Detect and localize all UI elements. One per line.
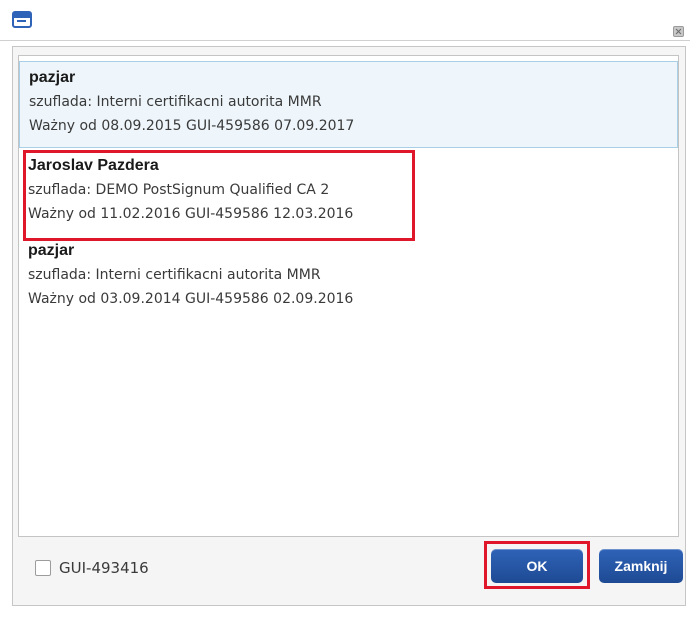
close-button[interactable]: Zamknij <box>599 549 683 583</box>
close-icon[interactable] <box>673 26 684 37</box>
annotation-highlight-box <box>23 150 415 241</box>
certificate-item[interactable]: pazjar szuflada: Interni certifikacni au… <box>19 239 678 324</box>
certificate-validity: Ważny od 03.09.2014 GUI-459586 02.09.201… <box>28 291 354 307</box>
certificate-store: szuflada: Interni certifikacni autorita … <box>29 94 322 110</box>
option-checkbox[interactable] <box>35 560 51 576</box>
window-icon-bar <box>14 13 30 18</box>
certificate-store: szuflada: Interni certifikacni autorita … <box>28 267 321 283</box>
certificate-name: pazjar <box>29 69 76 86</box>
ok-button[interactable]: OK <box>491 549 583 583</box>
certificate-item[interactable]: pazjar szuflada: Interni certifikacni au… <box>19 61 678 148</box>
certificate-list: pazjar szuflada: Interni certifikacni au… <box>18 55 679 537</box>
window-icon-line <box>17 20 26 22</box>
certificate-name: pazjar <box>28 242 75 259</box>
certificate-select-dialog: pazjar szuflada: Interni certifikacni au… <box>0 0 690 619</box>
dialog-content: pazjar szuflada: Interni certifikacni au… <box>12 46 686 606</box>
window-icon <box>12 11 32 28</box>
title-bar <box>0 0 690 41</box>
certificate-validity: Ważny od 08.09.2015 GUI-459586 07.09.201… <box>29 118 355 134</box>
checkbox-label: GUI-493416 <box>59 559 149 577</box>
checkbox-row: GUI-493416 <box>35 555 149 581</box>
